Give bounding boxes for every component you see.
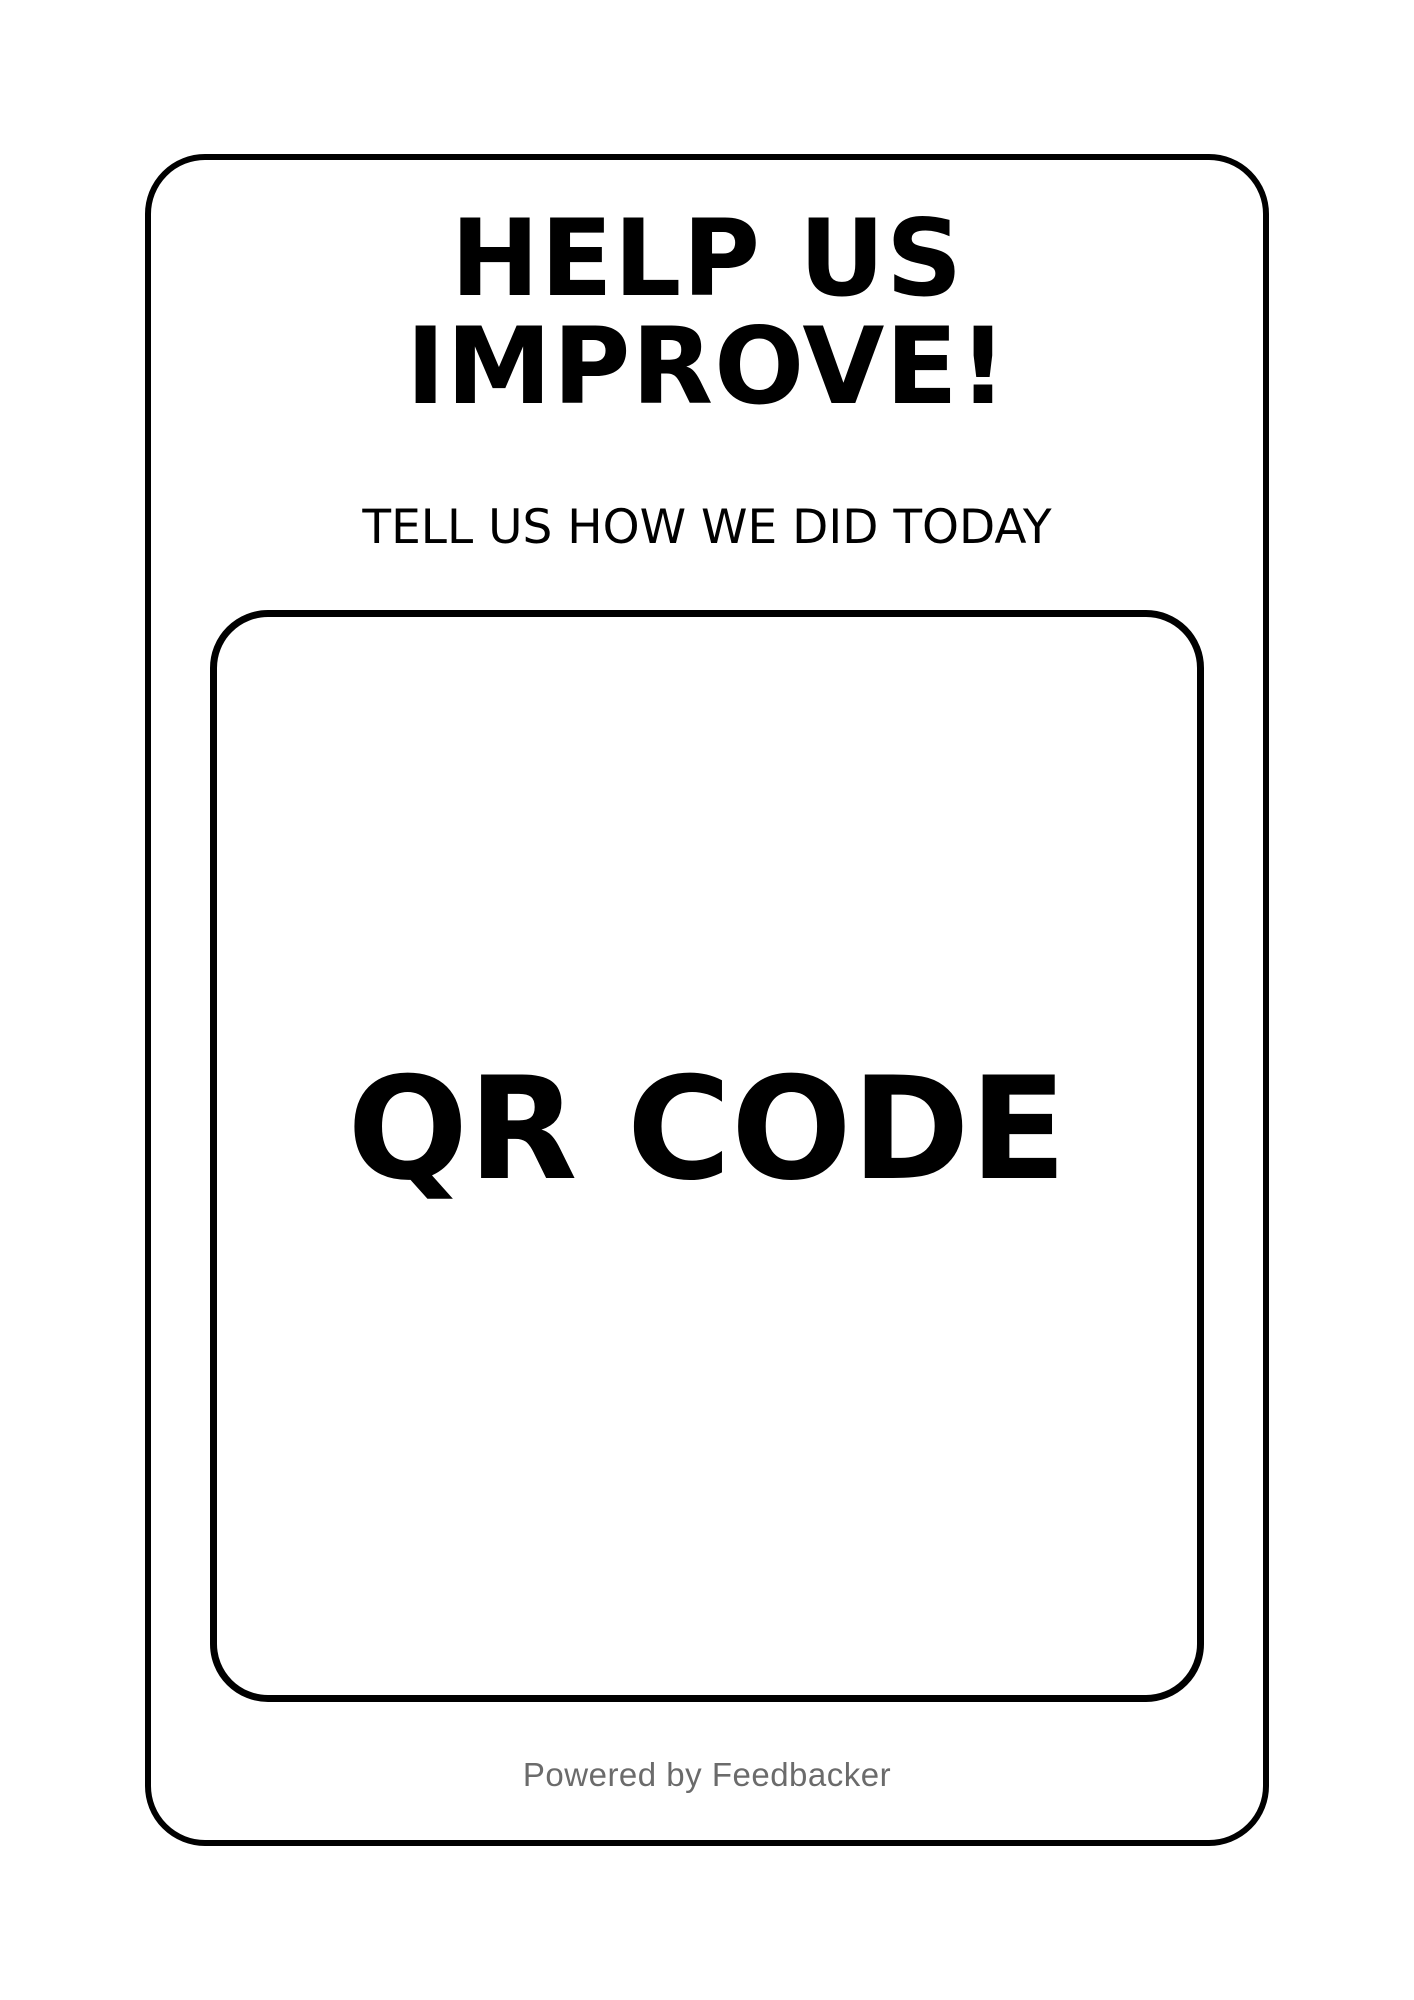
- subtitle: TELL US HOW WE DID TODAY: [362, 500, 1052, 555]
- title-line-1: HELP US: [450, 197, 964, 320]
- qr-code-label: QR CODE: [347, 1047, 1067, 1212]
- powered-by-footer: Powered by Feedbacker: [522, 1756, 892, 1793]
- title-line-2: IMPROVE!: [405, 305, 1009, 428]
- page-title: HELP US IMPROVE!: [145, 205, 1269, 421]
- qr-code-placeholder[interactable]: QR CODE: [210, 610, 1204, 1702]
